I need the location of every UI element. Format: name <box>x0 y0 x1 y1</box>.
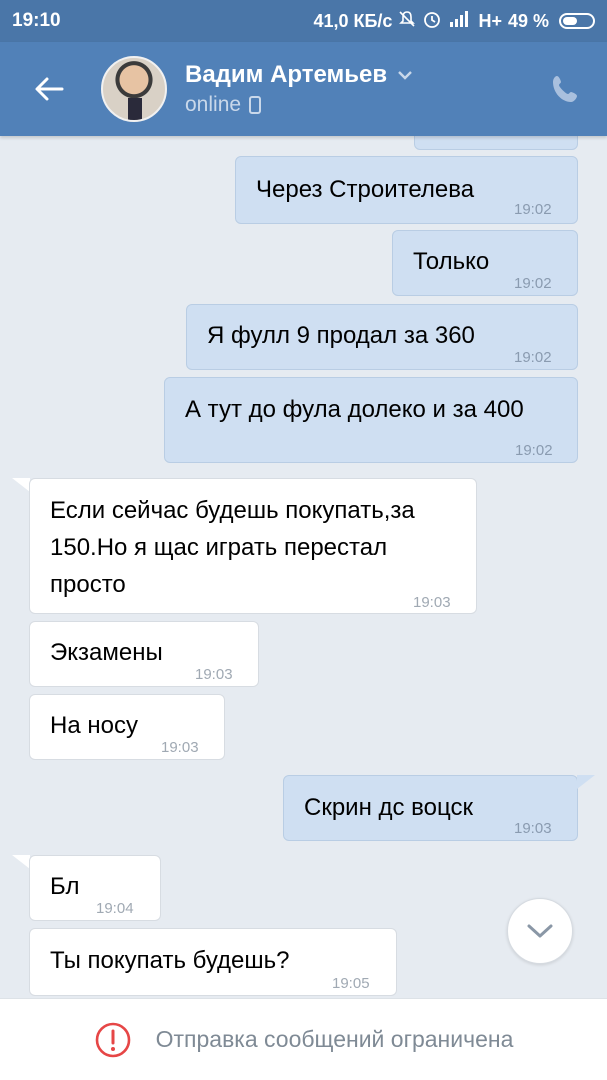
message-text: Экзамены <box>50 639 163 666</box>
mute-icon <box>398 10 416 33</box>
message-bubble-out[interactable]: А тут до фула долеко и за 400 19:02 <box>164 377 578 463</box>
message-bubble-out[interactable]: Я фулл 9 продал за 360 19:02 <box>186 304 578 370</box>
message-bubble-in[interactable]: Ты покупать будешь? 19:05 <box>29 928 397 996</box>
message-bubble-in[interactable]: Бл 19:04 <box>29 855 161 921</box>
message-time: 19:02 <box>514 201 552 218</box>
message-time: 19:03 <box>514 820 552 837</box>
back-arrow-icon <box>35 77 64 101</box>
restriction-notice: Отправка сообщений ограничена <box>155 1026 514 1052</box>
contact-status: online <box>185 93 242 116</box>
message-time: 19:03 <box>413 594 451 611</box>
battery-percent: 49 % <box>507 10 549 31</box>
chevron-down-icon <box>527 924 553 938</box>
input-restricted-bar: Отправка сообщений ограничена <box>0 998 607 1080</box>
call-button[interactable] <box>549 72 583 106</box>
avatar[interactable] <box>101 56 167 122</box>
message-time: 19:04 <box>96 900 134 917</box>
message-text: Бл <box>50 873 80 900</box>
contact-title[interactable]: Вадим Артемьев online <box>185 61 413 117</box>
mobile-icon <box>249 96 262 114</box>
message-text: На носу <box>50 712 138 739</box>
alarm-icon <box>422 9 442 34</box>
message-bubble-partial <box>414 136 578 150</box>
message-text: Через Строителева <box>256 176 475 203</box>
message-time: 19:02 <box>514 349 552 366</box>
message-list[interactable]: Через Строителева 19:02 Только 19:02 Я ф… <box>0 136 607 998</box>
message-bubble-out[interactable]: Скрин дс воцск 19:03 <box>283 775 578 841</box>
message-text: А тут до фула долеко и за 400 <box>185 396 524 423</box>
message-text: Если сейчас будешь покупать,за 150.Но я … <box>50 497 415 598</box>
bubble-tail <box>577 775 595 789</box>
bubble-tail <box>12 855 30 869</box>
scroll-to-bottom-button[interactable] <box>507 898 573 964</box>
message-bubble-out[interactable]: Через Строителева 19:02 <box>235 156 578 224</box>
phone-icon <box>553 76 577 102</box>
network-speed: 41,0 КБ/с <box>313 10 393 31</box>
message-time: 19:02 <box>514 275 552 292</box>
message-text: Только <box>413 248 490 275</box>
warning-circle-icon <box>95 1022 130 1057</box>
message-text: Я фулл 9 продал за 360 <box>207 322 475 349</box>
message-time: 19:02 <box>515 442 553 459</box>
status-time: 19:10 <box>12 10 61 31</box>
chevron-down-icon <box>398 71 413 80</box>
message-bubble-out[interactable]: Только 19:02 <box>392 230 578 296</box>
message-time: 19:05 <box>332 975 370 992</box>
message-time: 19:03 <box>161 739 199 756</box>
message-text: Скрин дс воцск <box>304 794 473 821</box>
contact-name: Вадим Артемьев <box>185 61 388 88</box>
signal-icon <box>448 10 472 33</box>
chat-header: Вадим Артемьев online <box>0 42 607 136</box>
bubble-tail <box>12 478 30 492</box>
status-right: 41,0 КБ/с H+ 49 % <box>313 9 595 34</box>
message-bubble-in[interactable]: Если сейчас будешь покупать,за 150.Но я … <box>29 478 477 614</box>
message-bubble-in[interactable]: Экзамены 19:03 <box>29 621 259 687</box>
message-time: 19:03 <box>195 666 233 683</box>
back-button[interactable] <box>24 64 74 114</box>
battery-icon <box>559 13 595 29</box>
message-bubble-in[interactable]: На носу 19:03 <box>29 694 225 760</box>
message-text: Ты покупать будешь? <box>50 947 290 974</box>
network-type: H+ <box>478 10 502 31</box>
status-bar: 19:10 41,0 КБ/с H+ 49 % <box>0 0 607 42</box>
